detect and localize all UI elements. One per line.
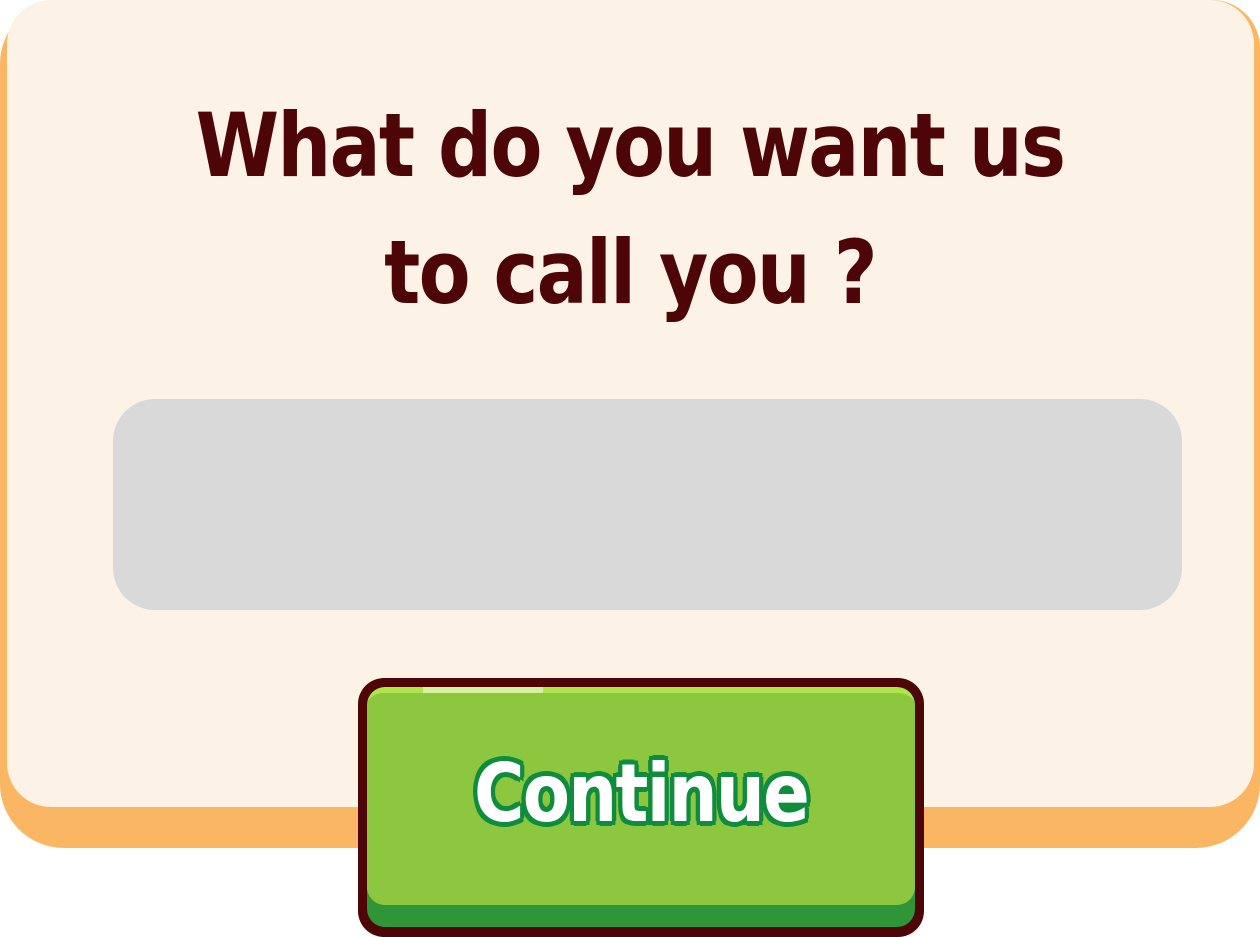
name-input[interactable] [113, 399, 1182, 610]
name-entry-screen: What do you want us to call you ? Contin… [0, 0, 1260, 937]
page-title: What do you want us to call you ? [88, 82, 1172, 336]
continue-button[interactable]: Continue [358, 678, 924, 937]
title-line-1: What do you want us [195, 94, 1066, 197]
title-line-2: to call you ? [384, 221, 877, 324]
continue-button-shine [423, 687, 543, 693]
continue-button-label: Continue [473, 747, 810, 840]
continue-button-base: Continue [367, 687, 915, 927]
